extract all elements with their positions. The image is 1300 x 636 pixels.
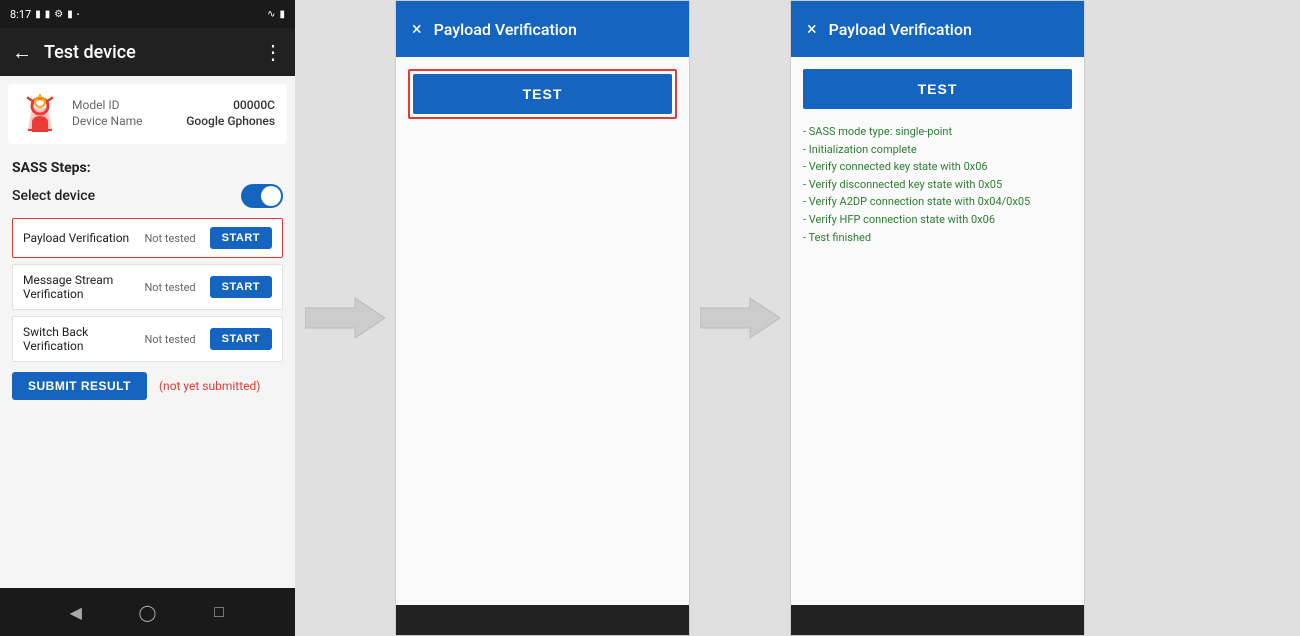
status-bar: 8:17 ▮ ▮ ⚙ ▮ • ∿ ▮	[0, 0, 295, 28]
dialog-screen-2: × Payload Verification TEST - SASS mode …	[790, 0, 1085, 636]
submit-row: SUBMIT RESULT (not yet submitted)	[12, 372, 283, 400]
result-item: - Verify disconnected key state with 0x0…	[803, 176, 1072, 194]
step-switchback-name: Switch Back Verification	[23, 325, 138, 353]
phone-screen: ← Test device ⋮	[0, 28, 295, 588]
battery-icon: ▮	[45, 9, 51, 20]
menu-button[interactable]: ⋮	[263, 40, 283, 64]
dialog-2-title: Payload Verification	[829, 20, 972, 39]
step-switchback-start-button[interactable]: START	[210, 328, 272, 350]
dialog-2-header: × Payload Verification	[791, 1, 1084, 57]
nav-back-button[interactable]: ◀	[62, 598, 90, 626]
arrow-2-icon	[700, 293, 780, 343]
dialog-1-body: TEST	[396, 57, 689, 605]
submit-result-button[interactable]: SUBMIT RESULT	[12, 372, 147, 400]
dialog-1-title: Payload Verification	[434, 20, 577, 39]
result-item: - SASS mode type: single-point	[803, 123, 1072, 141]
device-name-label: Device Name	[72, 114, 143, 128]
select-device-row: Select device	[12, 184, 283, 208]
device-name-value: Google Gphones	[186, 114, 275, 128]
step-switchback-status: Not tested	[144, 333, 195, 346]
status-left: 8:17 ▮ ▮ ⚙ ▮ •	[10, 8, 79, 21]
dialog-2-test-button[interactable]: TEST	[803, 69, 1072, 109]
step-payload-row: Payload Verification Not tested START	[12, 218, 283, 258]
arrow-2	[690, 293, 790, 343]
result-item: - Test finished	[803, 229, 1072, 247]
sass-section: SASS Steps: Select device Payload Verifi…	[0, 152, 295, 408]
battery-status-icon: ▮	[279, 9, 285, 20]
dialog-1-close-button[interactable]: ×	[412, 19, 422, 40]
result-item: - Verify HFP connection state with 0x06	[803, 211, 1072, 229]
model-label: Model ID	[72, 98, 119, 112]
wifi-icon: ∿	[267, 9, 275, 20]
status-right: ∿ ▮	[267, 9, 285, 20]
device-info-card: Model ID 00000C Device Name Google Gphon…	[8, 84, 287, 144]
device-logo-icon	[20, 94, 60, 134]
dot-icon: •	[77, 10, 80, 19]
step-payload-name: Payload Verification	[23, 231, 138, 245]
status-time: 8:17	[10, 8, 31, 21]
dialog-1-header: × Payload Verification	[396, 1, 689, 57]
sim-icon: ▮	[35, 9, 41, 20]
result-list: - SASS mode type: single-point- Initiali…	[803, 123, 1072, 246]
toolbar-title: Test device	[44, 42, 263, 63]
step-message-status: Not tested	[144, 281, 195, 294]
step-message-start-button[interactable]: START	[210, 276, 272, 298]
main-container: 8:17 ▮ ▮ ⚙ ▮ • ∿ ▮ ← Test device ⋮	[0, 0, 1300, 636]
device-details: Model ID 00000C Device Name Google Gphon…	[72, 98, 275, 130]
dialog-2-close-button[interactable]: ×	[807, 19, 817, 40]
phone-toolbar: ← Test device ⋮	[0, 28, 295, 76]
dialog-screen-1: × Payload Verification TEST	[395, 0, 690, 636]
dialog-2-footer	[791, 605, 1084, 635]
step-message-name: Message Stream Verification	[23, 273, 138, 301]
select-device-toggle[interactable]	[241, 184, 283, 208]
phone-nav-bar: ◀ ◯ □	[0, 588, 295, 636]
result-item: - Verify connected key state with 0x06	[803, 158, 1072, 176]
dialog-2-body: TEST - SASS mode type: single-point- Ini…	[791, 57, 1084, 605]
nav-recents-button[interactable]: □	[205, 598, 233, 626]
test-btn-container-1: TEST	[408, 69, 677, 119]
arrow-1	[295, 293, 395, 343]
nav-home-button[interactable]: ◯	[133, 598, 161, 626]
result-item: - Verify A2DP connection state with 0x04…	[803, 193, 1072, 211]
model-value: 00000C	[233, 98, 275, 112]
dialog-1-footer	[396, 605, 689, 635]
step-switchback-row: Switch Back Verification Not tested STAR…	[12, 316, 283, 362]
select-device-label: Select device	[12, 188, 95, 204]
dialog-1-test-button[interactable]: TEST	[413, 74, 672, 114]
result-item: - Initialization complete	[803, 141, 1072, 159]
sass-title: SASS Steps:	[12, 160, 283, 176]
submit-status: (not yet submitted)	[159, 379, 261, 393]
model-row: Model ID 00000C	[72, 98, 275, 112]
settings-icon: ⚙	[54, 9, 63, 20]
phone-device: 8:17 ▮ ▮ ⚙ ▮ • ∿ ▮ ← Test device ⋮	[0, 0, 295, 636]
back-button[interactable]: ←	[12, 40, 32, 65]
signal-icon: ▮	[67, 9, 73, 20]
arrow-1-icon	[305, 293, 385, 343]
name-row: Device Name Google Gphones	[72, 114, 275, 128]
step-payload-status: Not tested	[144, 232, 195, 245]
step-message-row: Message Stream Verification Not tested S…	[12, 264, 283, 310]
step-payload-start-button[interactable]: START	[210, 227, 272, 249]
